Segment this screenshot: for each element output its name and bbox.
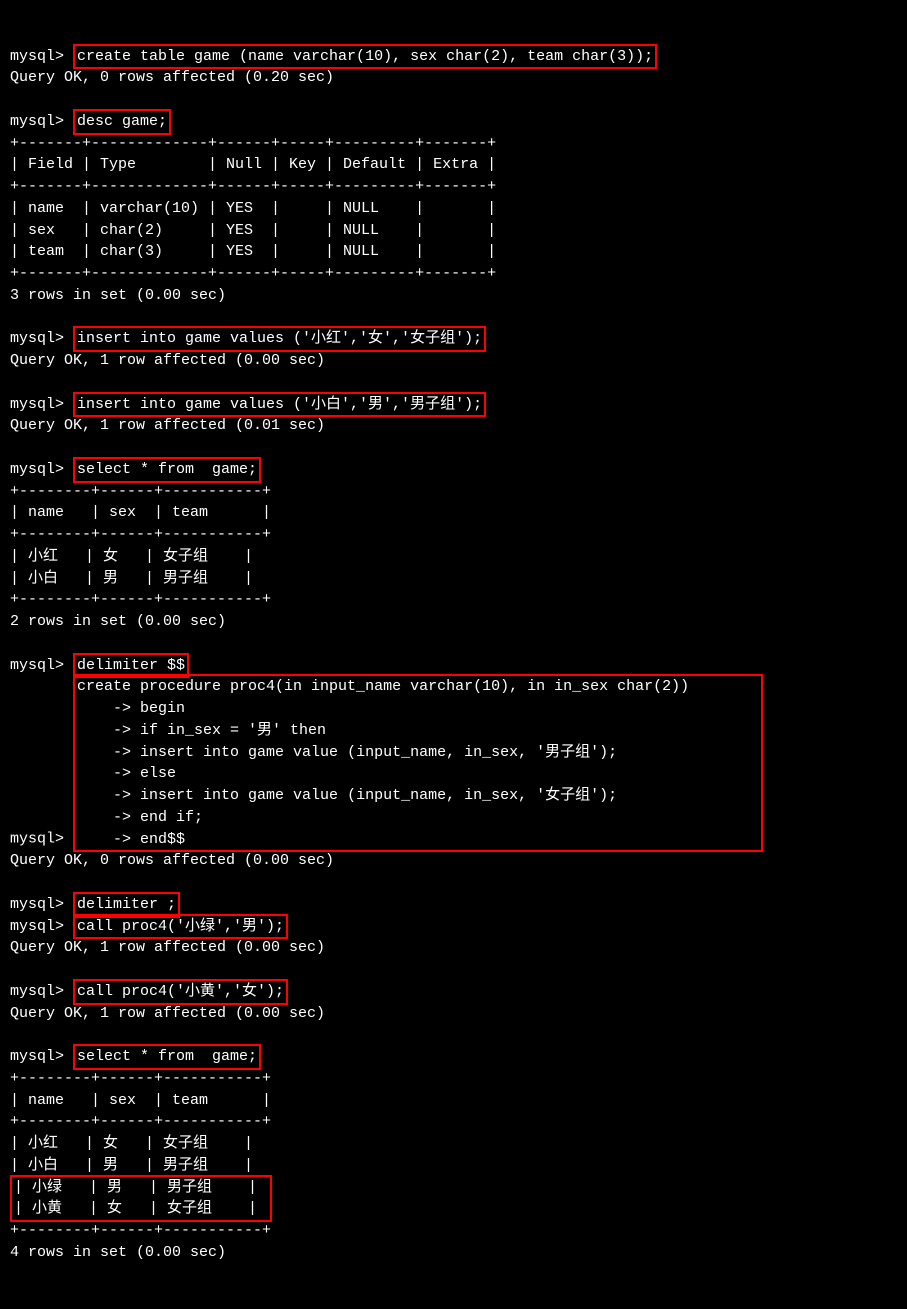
cmd-select-2: select * from game; [73,1044,261,1070]
cmd-select-1: select * from game; [73,457,261,483]
query-result: Query OK, 1 row affected (0.00 sec) [10,352,325,369]
rows-in-set: 4 rows in set (0.00 sec) [10,1244,226,1261]
table-border: +--------+------+-----------+ [10,1113,271,1130]
query-result: Query OK, 1 row affected (0.01 sec) [10,417,325,434]
mysql-prompt: mysql> [10,831,73,848]
mysql-prompt: mysql> [10,48,73,65]
cmd-call-2: call proc4('小黄','女'); [73,979,288,1005]
table-header: | Field | Type | Null | Key | Default | … [10,156,496,173]
table-row: | 小黄 | 女 | 女子组 | [14,1200,257,1217]
table-border: +--------+------+-----------+ [10,1070,271,1087]
mysql-prompt: mysql> [10,330,73,347]
table-border: +-------+-------------+------+-----+----… [10,178,496,195]
cont-prompt: -> [77,744,140,761]
table-header: | name | sex | team | [10,504,271,521]
query-result: Query OK, 0 rows affected (0.20 sec) [10,69,334,86]
cmd-create-table: create table game (name varchar(10), sex… [73,44,657,70]
mysql-prompt: mysql> [10,657,73,674]
rows-in-set: 2 rows in set (0.00 sec) [10,613,226,630]
table-row: | 小红 | 女 | 女子组 | [10,1135,253,1152]
cont-prompt: -> [77,700,140,717]
cmd-call-1: call proc4('小绿','男'); [73,914,288,940]
cont-prompt: -> [77,809,140,826]
table-border: +--------+------+-----------+ [10,483,271,500]
mysql-prompt: mysql> [10,461,73,478]
query-result: Query OK, 1 row affected (0.00 sec) [10,939,325,956]
table-border: +-------+-------------+------+-----+----… [10,265,496,282]
mysql-prompt: mysql> [10,918,73,935]
table-border: +-------+-------------+------+-----+----… [10,135,496,152]
table-row: | name | varchar(10) | YES | | NULL | | [10,200,496,217]
mysql-prompt: mysql> [10,113,73,130]
mysql-prompt: mysql> [10,983,73,1000]
cont-prompt: -> [77,765,140,782]
table-row: | 小白 | 男 | 男子组 | [10,1157,253,1174]
mysql-prompt: mysql> [10,1048,73,1065]
query-result: Query OK, 1 row affected (0.00 sec) [10,1005,325,1022]
mysql-prompt: mysql> [10,396,73,413]
cont-prompt: -> [77,722,140,739]
mysql-prompt: mysql> [10,896,73,913]
table-row: | 小白 | 男 | 男子组 | [10,570,253,587]
table-border: +--------+------+-----------+ [10,591,271,608]
cont-prompt: -> [77,831,140,848]
table-border: +--------+------+-----------+ [10,526,271,543]
table-row: | 小绿 | 男 | 男子组 | [14,1179,257,1196]
table-border: +--------+------+-----------+ [10,1222,271,1239]
rows-in-set: 3 rows in set (0.00 sec) [10,287,226,304]
highlighted-new-rows: | 小绿 | 男 | 男子组 | | 小黄 | 女 | 女子组 | [10,1175,272,1223]
cmd-desc-game: desc game; [73,109,171,135]
table-row: | sex | char(2) | YES | | NULL | | [10,222,496,239]
cmd-create-procedure: create procedure proc4(in input_name var… [73,674,763,852]
cmd-insert-1: insert into game values ('小红','女','女子组')… [73,326,486,352]
table-header: | name | sex | team | [10,1092,271,1109]
cmd-insert-2: insert into game values ('小白','男','男子组')… [73,392,486,418]
query-result: Query OK, 0 rows affected (0.00 sec) [10,852,334,869]
table-row: | team | char(3) | YES | | NULL | | [10,243,496,260]
table-row: | 小红 | 女 | 女子组 | [10,548,253,565]
cont-prompt: -> [77,787,140,804]
